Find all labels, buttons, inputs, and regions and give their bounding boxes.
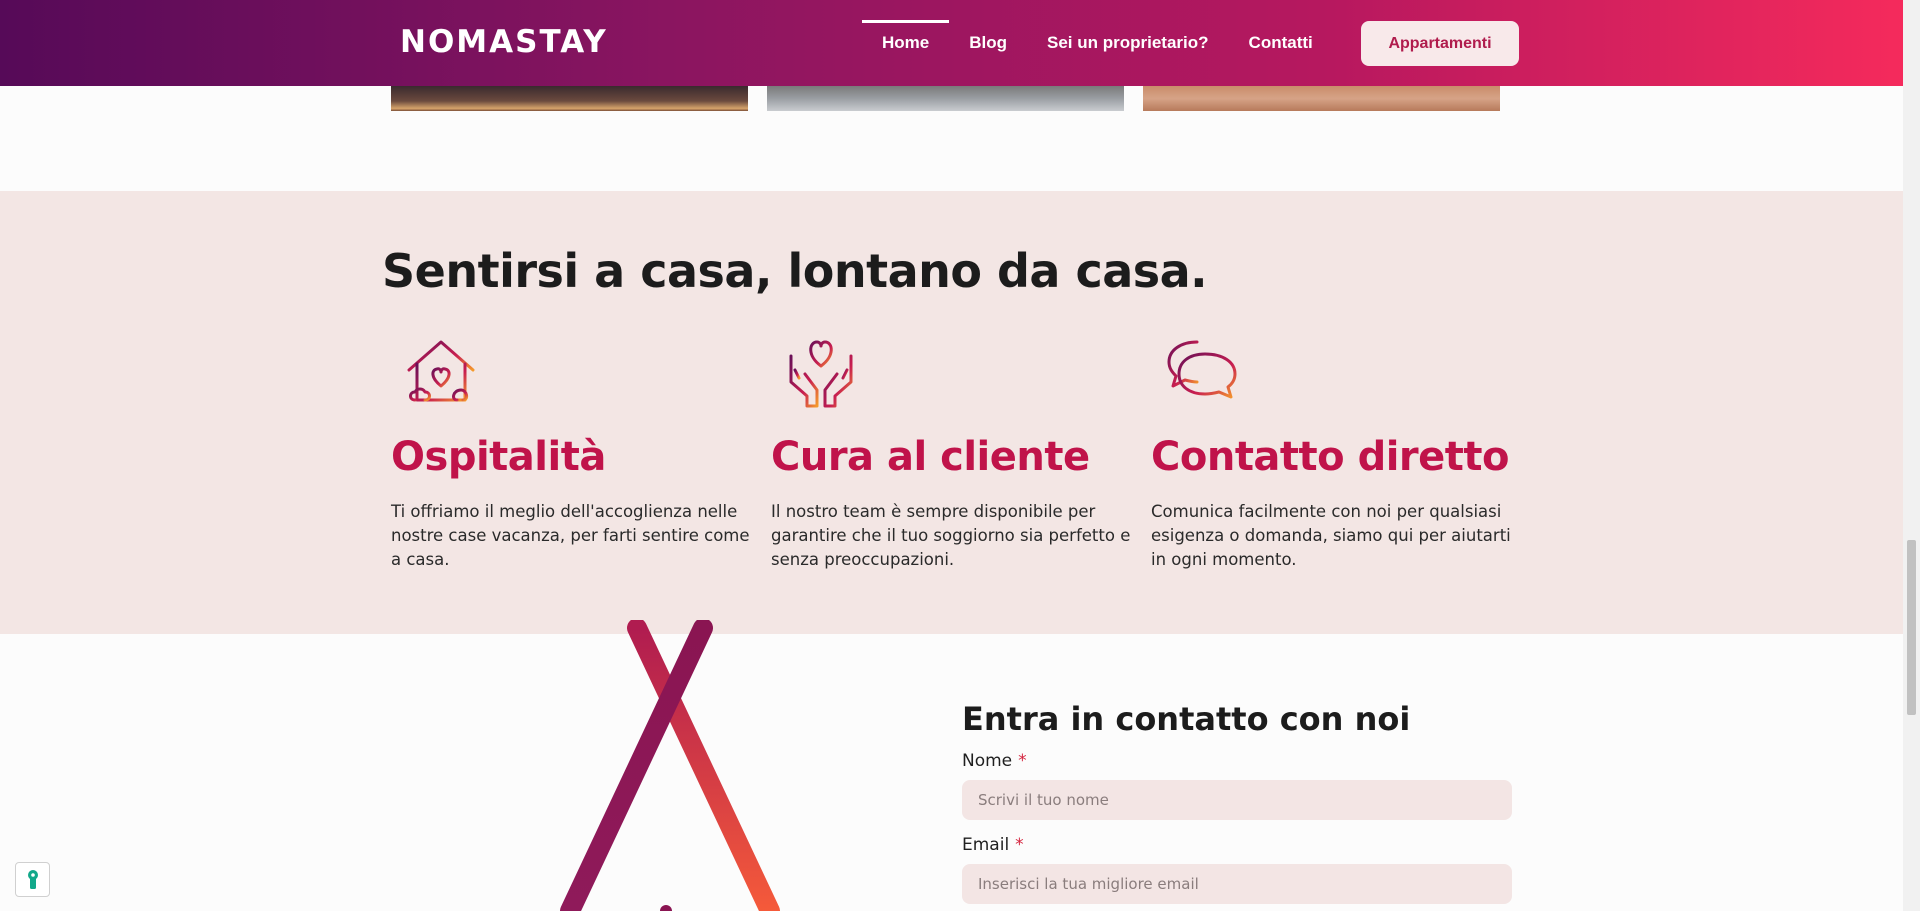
email-field-label: Email * <box>962 835 1024 855</box>
nav-item-owner[interactable]: Sei un proprietario? <box>1047 0 1209 86</box>
property-image[interactable] <box>1143 86 1500 111</box>
scrollbar-thumb[interactable] <box>1907 540 1916 715</box>
page-scrollbar[interactable] <box>1903 0 1920 911</box>
property-image[interactable] <box>391 86 748 111</box>
feature-text: Il nostro team è sempre disponibile per … <box>771 502 1131 569</box>
nav-item-contacts[interactable]: Contatti <box>1249 0 1313 86</box>
accessibility-button[interactable] <box>15 862 50 897</box>
feature-title: Cura al cliente <box>771 434 1090 480</box>
main-nav: Home Blog Sei un proprietario? Contatti <box>861 0 1353 86</box>
required-marker: * <box>1015 835 1024 855</box>
keyhole-icon <box>27 869 38 889</box>
name-input[interactable] <box>962 780 1512 820</box>
chat-bubbles-icon <box>1167 340 1237 399</box>
nav-item-home[interactable]: Home <box>861 0 950 86</box>
section-title: Sentirsi a casa, lontano da casa. <box>382 244 1208 298</box>
name-field-label: Nome * <box>962 751 1027 771</box>
tipi-illustration <box>560 620 780 911</box>
required-marker: * <box>1018 751 1027 771</box>
feature-text: Ti offriamo il meglio dell'accoglienza n… <box>391 502 750 569</box>
nomastay-logo[interactable]: NOMASTAY <box>400 24 608 60</box>
property-image[interactable] <box>767 86 1124 111</box>
name-label-text: Nome <box>962 751 1013 771</box>
house-heart-icon <box>405 340 477 408</box>
email-input[interactable] <box>962 864 1512 904</box>
nav-item-blog[interactable]: Blog <box>969 0 1007 86</box>
email-label-text: Email <box>962 835 1010 855</box>
features-section: Sentirsi a casa, lontano da casa. Ospita… <box>0 191 1903 634</box>
hands-heart-icon <box>789 340 853 408</box>
feature-title: Contatto diretto <box>1151 434 1510 480</box>
contact-title: Entra in contatto con noi <box>962 700 1411 738</box>
feature-title: Ospitalità <box>391 434 606 480</box>
site-header: NOMASTAY Home Blog Sei un proprietario? … <box>0 0 1903 86</box>
feature-text: Comunica facilmente con noi per qualsias… <box>1151 502 1511 569</box>
apartments-button[interactable]: Appartamenti <box>1361 21 1519 66</box>
